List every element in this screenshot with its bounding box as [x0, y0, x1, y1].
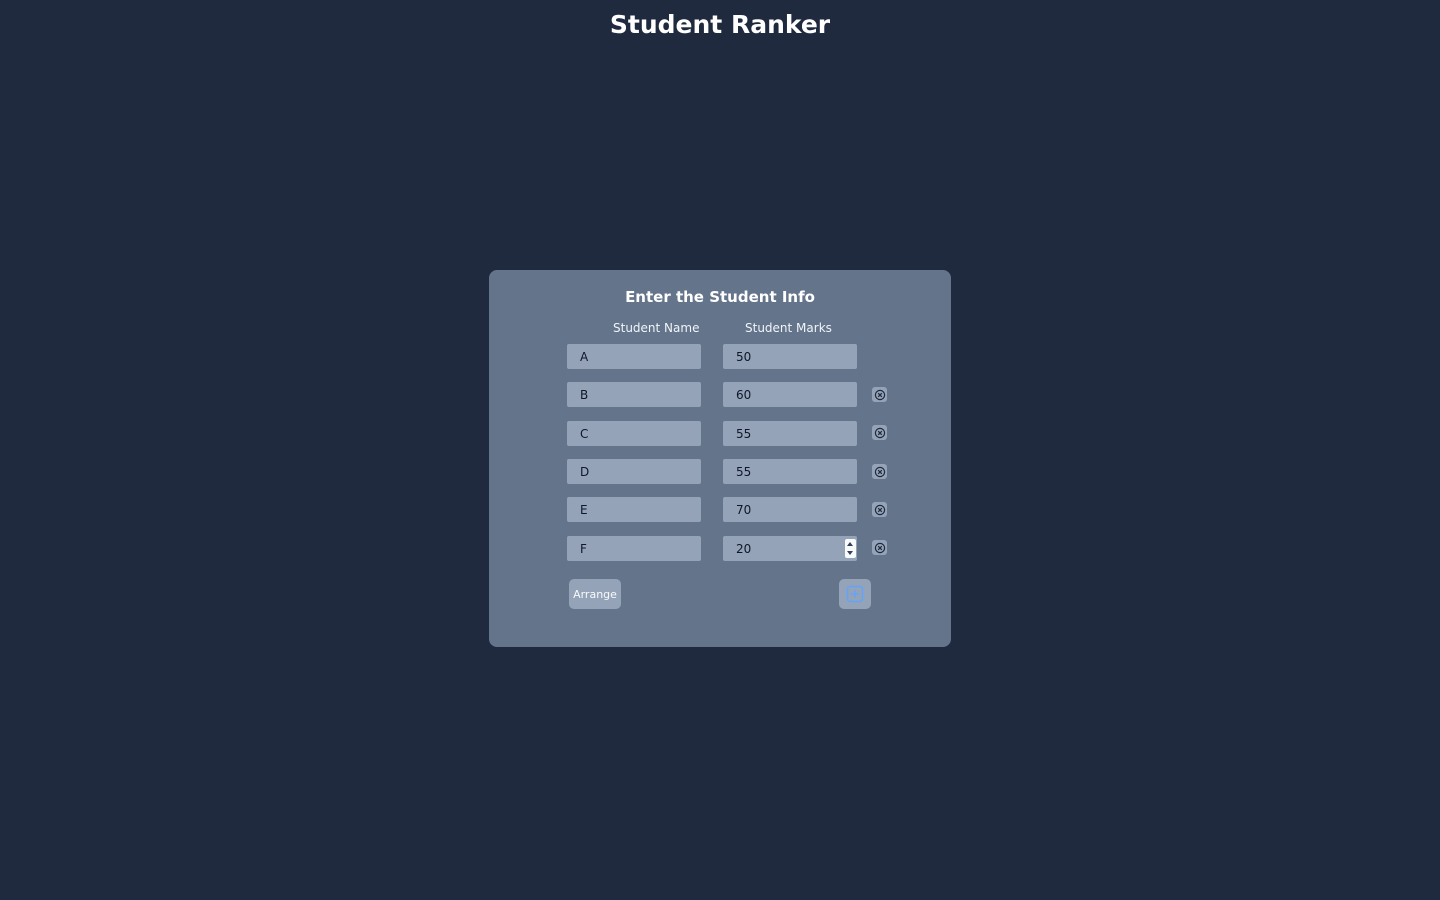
x-circle-icon — [874, 542, 885, 553]
remove-row-button[interactable] — [872, 540, 887, 555]
student-form-card: Enter the Student Info Student Name Stud… — [489, 270, 951, 647]
spin-up-icon[interactable] — [847, 542, 853, 546]
remove-row-button[interactable] — [872, 387, 887, 402]
student-name-field[interactable]: F — [567, 536, 701, 561]
student-marks-field[interactable]: 55 — [723, 459, 857, 484]
student-name-field[interactable]: D — [567, 459, 701, 484]
arrange-button[interactable]: Arrange — [569, 579, 621, 609]
student-marks-field[interactable]: 55 — [723, 421, 857, 446]
student-marks-field[interactable]: 60 — [723, 382, 857, 407]
student-marks-value: 20 — [736, 542, 752, 556]
app-title: Student Ranker — [609, 10, 831, 39]
student-name-field[interactable]: C — [567, 421, 701, 446]
remove-row-button[interactable] — [872, 464, 887, 479]
student-name-field[interactable]: B — [567, 382, 701, 407]
remove-row-button[interactable] — [872, 425, 887, 440]
form-title: Enter the Student Info — [625, 288, 815, 306]
student-name-field[interactable]: E — [567, 497, 701, 522]
add-row-button[interactable] — [839, 579, 871, 609]
x-circle-icon — [874, 504, 885, 515]
student-marks-header: Student Marks — [745, 321, 832, 335]
x-circle-icon — [874, 427, 885, 438]
x-circle-icon — [874, 389, 885, 400]
student-marks-field[interactable]: 50 — [723, 344, 857, 369]
student-name-field[interactable]: A — [567, 344, 701, 369]
plus-square-icon — [846, 585, 864, 603]
student-name-header: Student Name — [613, 321, 700, 335]
remove-row-button[interactable] — [872, 502, 887, 517]
student-marks-field[interactable]: 20 — [723, 536, 857, 561]
spin-down-icon[interactable] — [847, 551, 853, 555]
x-circle-icon — [874, 466, 885, 477]
student-marks-field[interactable]: 70 — [723, 497, 857, 522]
number-spinner[interactable] — [845, 539, 856, 558]
